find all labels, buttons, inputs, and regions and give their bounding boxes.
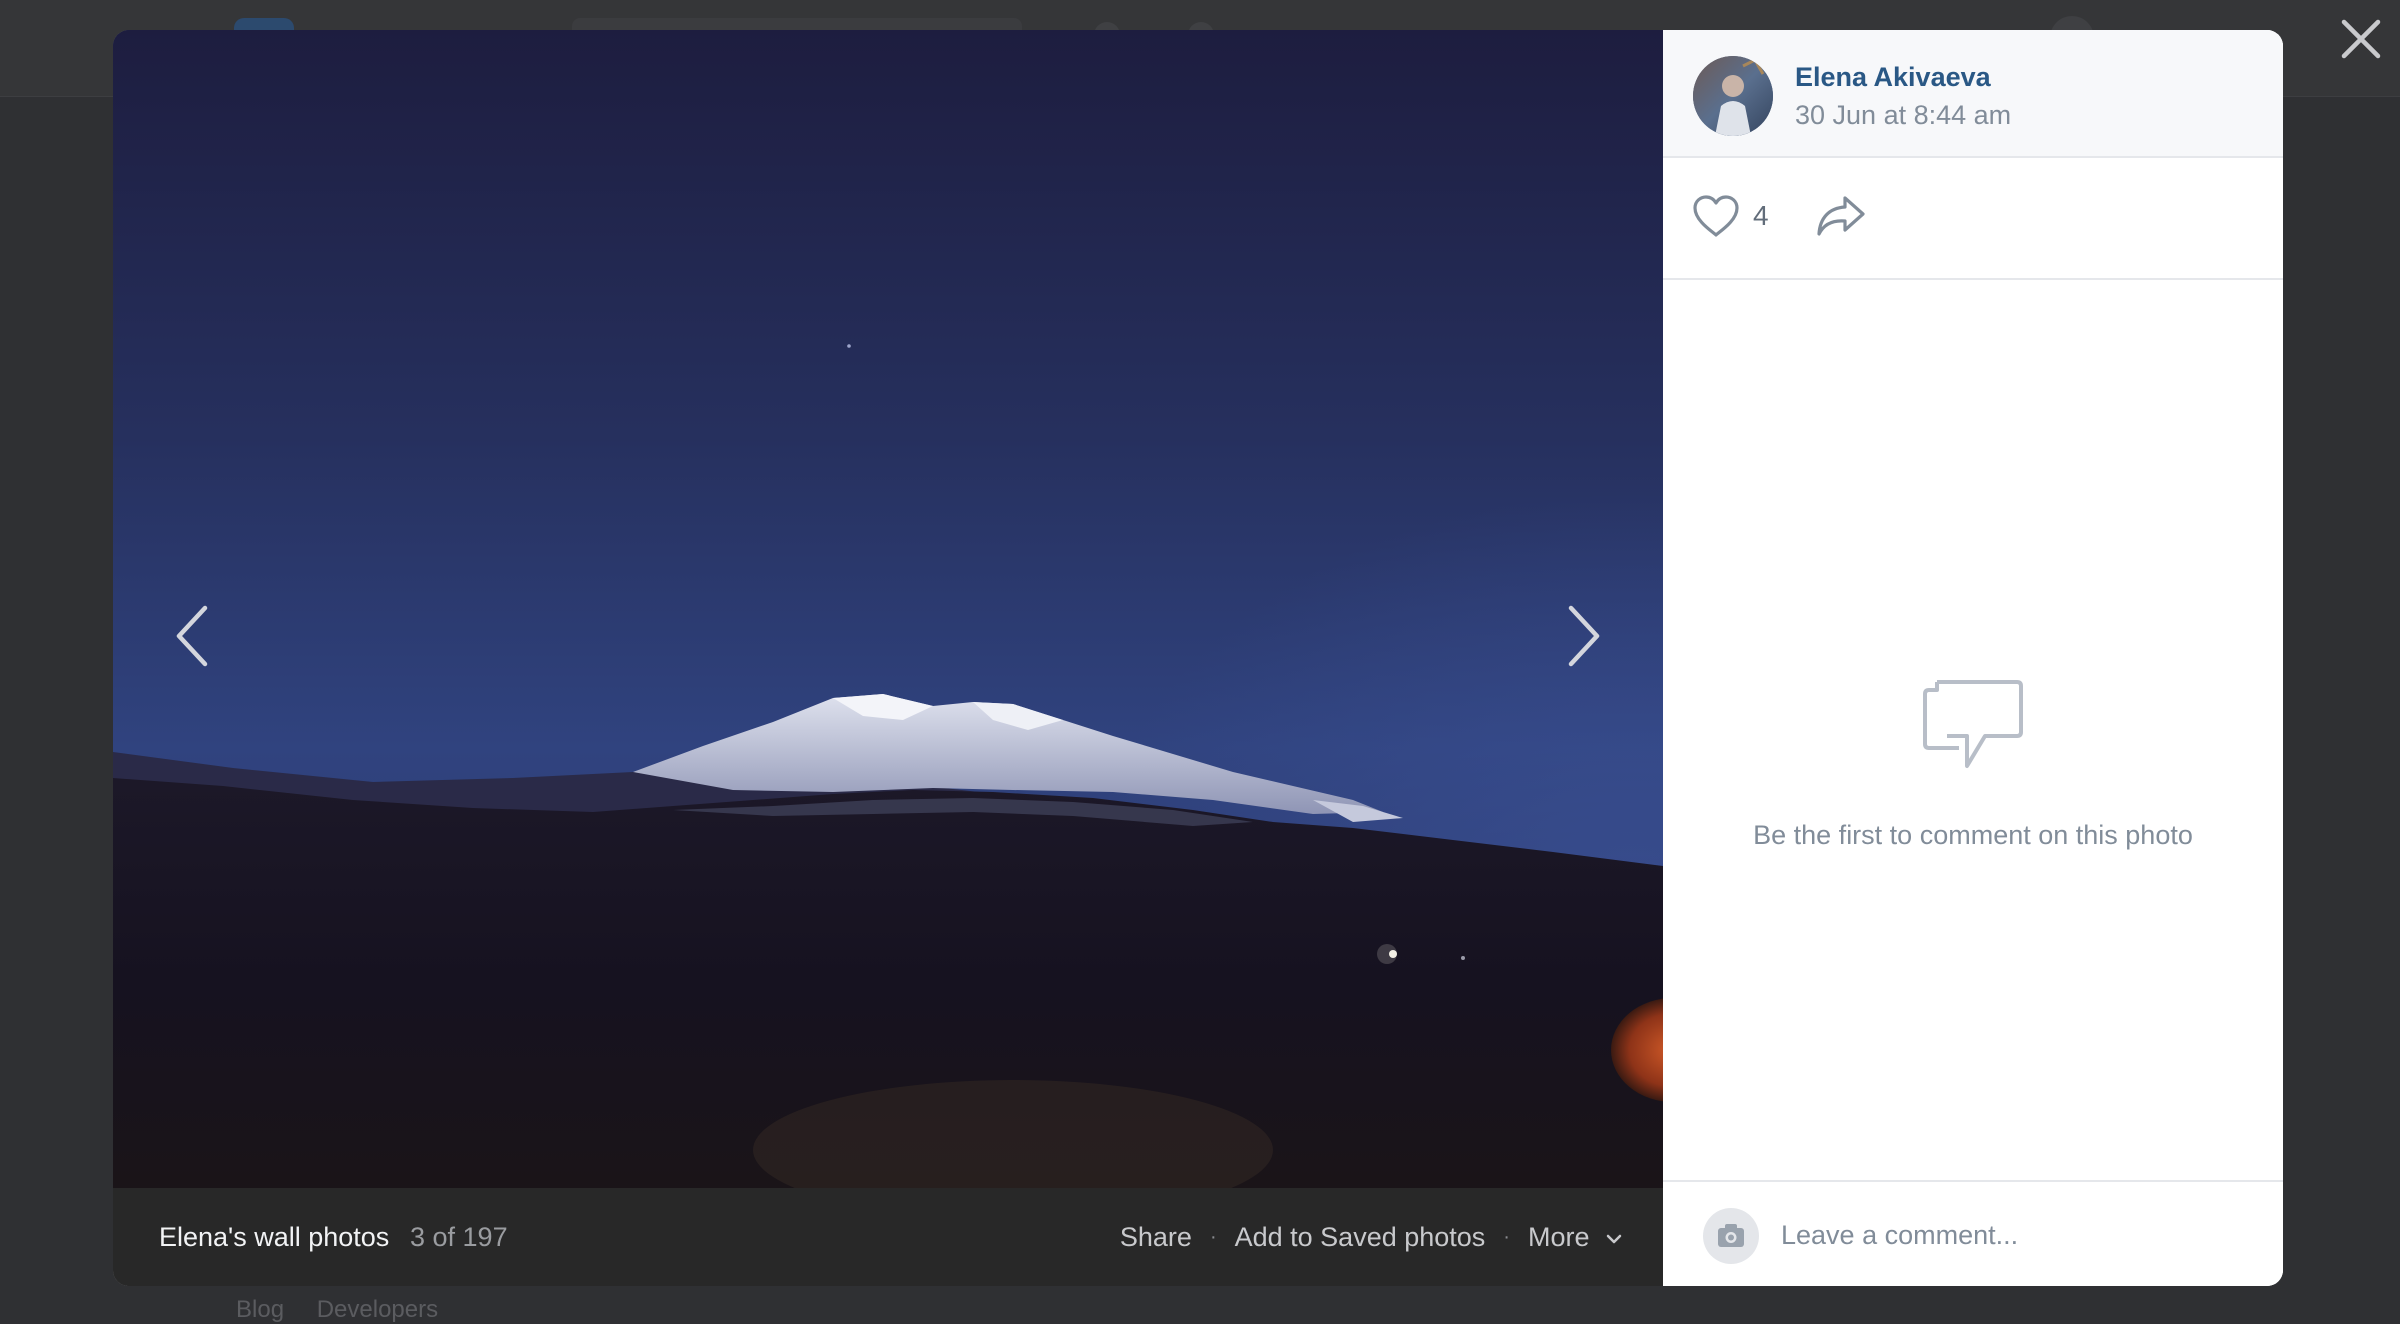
comment-bar <box>1663 1180 2283 1286</box>
comment-input[interactable] <box>1779 1204 2253 1266</box>
more-label: More <box>1527 1222 1590 1252</box>
background-footer: Blog Developers <box>236 1296 464 1324</box>
close-button[interactable] <box>2336 14 2386 64</box>
heart-icon <box>1693 195 1739 237</box>
reactions-bar: 4 <box>1663 158 2283 280</box>
more-menu-button[interactable]: More <box>1528 1222 1623 1253</box>
author-name-link[interactable]: Elena Akivaeva <box>1795 62 1991 93</box>
footer-link-blog: Blog <box>236 1296 285 1323</box>
share-button[interactable] <box>1815 194 1867 243</box>
photo-area: Elena's wall photos 3 of 197 Share · Add… <box>113 30 1663 1286</box>
photo-sidebar: Elena Akivaeva 30 Jun at 8:44 am 4 Be th… <box>1663 30 2283 1286</box>
album-title-link[interactable]: Elena's wall photos <box>159 1222 389 1253</box>
avatar[interactable] <box>1693 56 1773 136</box>
post-date[interactable]: 30 Jun at 8:44 am <box>1795 100 2011 131</box>
photo-viewer: Elena's wall photos 3 of 197 Share · Add… <box>113 30 2283 1286</box>
photo-actions: Share · Add to Saved photos · More <box>1120 1222 1623 1253</box>
no-comments-text: Be the first to comment on this photo <box>1753 820 2193 850</box>
camera-icon <box>1718 1224 1744 1247</box>
previous-photo-button[interactable] <box>163 566 223 706</box>
share-arrow-icon <box>1817 196 1865 236</box>
separator: · <box>1209 1226 1217 1248</box>
next-photo-button[interactable] <box>1553 566 1613 706</box>
add-to-saved-link[interactable]: Add to Saved photos <box>1235 1222 1486 1253</box>
like-button[interactable]: 4 <box>1691 192 1769 240</box>
photo-counter: 3 of 197 <box>410 1222 508 1252</box>
close-icon <box>2341 19 2381 59</box>
chevron-down-icon <box>1606 1234 1622 1244</box>
separator: · <box>1503 1226 1510 1248</box>
share-link[interactable]: Share <box>1120 1222 1192 1253</box>
attach-photo-button[interactable] <box>1703 1208 1759 1264</box>
comments-icon <box>1923 680 2023 768</box>
photo-bar: Elena's wall photos 3 of 197 Share · Add… <box>113 1188 1663 1286</box>
photo[interactable] <box>113 30 1663 1188</box>
chevron-left-icon <box>176 605 208 667</box>
like-count: 4 <box>1753 200 1769 231</box>
footer-link-developers: Developers <box>316 1296 439 1323</box>
chevron-right-icon <box>1568 605 1600 667</box>
post-header: Elena Akivaeva 30 Jun at 8:44 am <box>1663 30 2283 158</box>
